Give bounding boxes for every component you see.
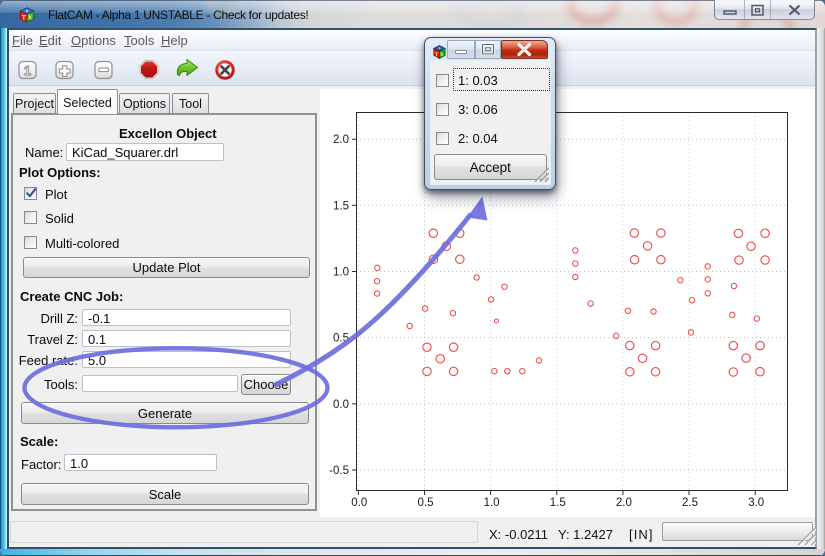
svg-text:1: 1 <box>24 63 31 78</box>
svg-text:3.0: 3.0 <box>748 497 764 509</box>
svg-text:1.5: 1.5 <box>550 497 566 509</box>
svg-text:1.0: 1.0 <box>484 497 500 509</box>
svg-text:k: k <box>28 15 32 22</box>
svg-text:1.0: 1.0 <box>333 267 349 279</box>
svg-text:2.5: 2.5 <box>682 497 698 509</box>
svg-text:2.0: 2.0 <box>333 134 349 146</box>
svg-text:0.0: 0.0 <box>333 399 349 411</box>
svg-text:0.5: 0.5 <box>333 333 349 345</box>
svg-text:1.5: 1.5 <box>333 200 349 212</box>
svg-text:0.5: 0.5 <box>418 497 434 509</box>
svg-text:T: T <box>22 15 27 22</box>
svg-text:2.0: 2.0 <box>616 497 632 509</box>
svg-text:0.0: 0.0 <box>351 497 367 509</box>
svg-text:-0.5: -0.5 <box>329 465 349 477</box>
svg-text:T: T <box>435 52 439 58</box>
